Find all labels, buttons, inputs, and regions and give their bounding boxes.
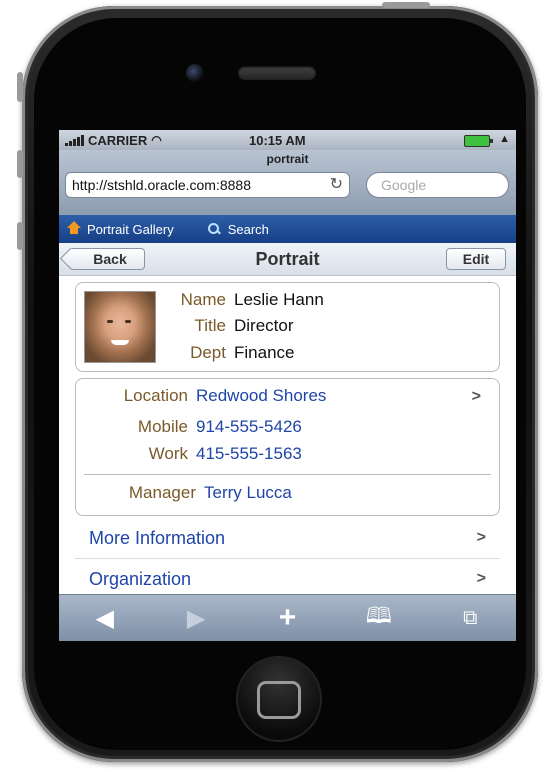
mobile-value: 914-555-5426 bbox=[196, 417, 302, 436]
mobile-label: Mobile bbox=[137, 417, 188, 436]
dept-value: Finance bbox=[234, 343, 295, 362]
power-button bbox=[382, 2, 430, 8]
earpiece-speaker bbox=[238, 66, 316, 80]
nav-gallery-label: Portrait Gallery bbox=[87, 221, 174, 237]
nav-search[interactable]: Search bbox=[207, 221, 269, 237]
location-arrow-icon: ▲ bbox=[499, 133, 510, 145]
browser-chrome: portrait http://stshld.oracle.com:8888 ↻… bbox=[59, 150, 516, 215]
manager-value: Terry Lucca bbox=[204, 483, 292, 502]
search-field[interactable]: Google bbox=[366, 172, 509, 198]
nav-search-label: Search bbox=[227, 221, 269, 237]
forward-arrow-icon[interactable]: ▶ bbox=[176, 604, 216, 633]
edit-button[interactable]: Edit bbox=[446, 248, 506, 270]
search-icon bbox=[207, 223, 220, 235]
back-arrow-icon[interactable]: ◀ bbox=[85, 604, 125, 633]
browser-toolbar: ◀ ▶ + 🕮 ⧉ bbox=[59, 594, 516, 641]
status-bar: CARRIER ◠ 10:15 AM ▲ bbox=[59, 130, 516, 150]
contact-card: Location Redwood Shores > Mobile 914-555-5… bbox=[75, 378, 500, 516]
tabs-icon[interactable]: ⧉ bbox=[450, 607, 490, 630]
url-text: http://stshld.oracle.com:8888 bbox=[72, 177, 251, 193]
dept-row: Dept Finance bbox=[156, 343, 294, 363]
nav-portrait-gallery[interactable]: Portrait Gallery bbox=[67, 221, 174, 237]
location-chevron-icon: > bbox=[471, 388, 481, 405]
status-time: 10:15 AM bbox=[249, 132, 306, 148]
page-header: Back Portrait Edit bbox=[59, 243, 516, 276]
home-button-square-icon bbox=[257, 681, 301, 719]
url-field[interactable]: http://stshld.oracle.com:8888 ↻ bbox=[65, 172, 350, 198]
volume-up-button bbox=[17, 150, 23, 178]
reload-icon[interactable]: ↻ bbox=[330, 173, 343, 197]
work-label: Work bbox=[148, 444, 188, 463]
more-information-label: More Information bbox=[89, 528, 226, 548]
carrier-label: CARRIER bbox=[88, 132, 148, 148]
list-item-more-information[interactable]: More Information > bbox=[75, 518, 500, 559]
title-value: Director bbox=[234, 316, 294, 335]
screen: CARRIER ◠ 10:15 AM ▲ portrait http://sts… bbox=[59, 130, 516, 641]
title-row: Title Director bbox=[156, 316, 294, 336]
location-row[interactable]: Location Redwood Shores bbox=[84, 386, 491, 406]
avatar bbox=[84, 291, 156, 363]
add-icon[interactable]: + bbox=[267, 601, 307, 635]
page-title: portrait bbox=[266, 152, 309, 166]
title-label: Title bbox=[194, 316, 227, 335]
name-label: Name bbox=[180, 290, 226, 309]
bookmarks-icon[interactable]: 🕮 bbox=[359, 599, 399, 637]
mobile-row[interactable]: Mobile 914-555-5426 bbox=[84, 417, 302, 437]
mute-switch bbox=[17, 72, 23, 102]
chevron-right-icon: > bbox=[476, 529, 486, 546]
work-value: 415-555-1563 bbox=[196, 444, 302, 463]
wifi-icon: ◠ bbox=[151, 133, 162, 147]
signal-icon bbox=[65, 134, 84, 146]
manager-row[interactable]: Manager Terry Lucca bbox=[84, 483, 292, 503]
front-camera bbox=[186, 64, 204, 82]
card-divider bbox=[84, 474, 491, 475]
work-row[interactable]: Work 415-555-1563 bbox=[84, 444, 302, 464]
chevron-right-icon: > bbox=[476, 570, 486, 587]
app-nav-bar: Portrait Gallery Search bbox=[59, 215, 516, 243]
manager-label: Manager bbox=[128, 483, 196, 502]
organization-label: Organization bbox=[89, 569, 192, 589]
location-value: Redwood Shores bbox=[196, 386, 327, 405]
content: Name Leslie Hann Title Director Dept Financ… bbox=[59, 282, 516, 600]
name-row: Name Leslie Hann bbox=[156, 290, 324, 310]
battery-icon bbox=[464, 135, 493, 147]
location-label: Location bbox=[123, 386, 188, 405]
home-icon bbox=[67, 221, 81, 235]
name-value: Leslie Hann bbox=[234, 290, 324, 309]
profile-card: Name Leslie Hann Title Director Dept Financ… bbox=[75, 282, 500, 372]
dept-label: Dept bbox=[190, 343, 226, 362]
volume-down-button bbox=[17, 222, 23, 250]
